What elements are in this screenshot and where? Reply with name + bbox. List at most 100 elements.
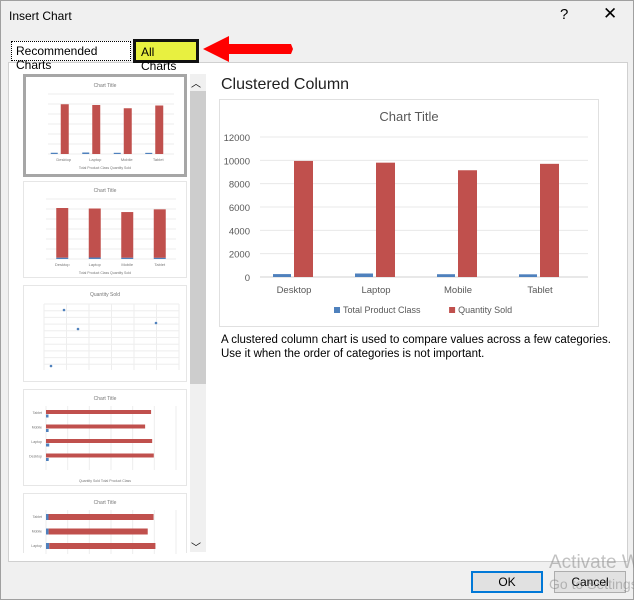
thumb-bar: [46, 528, 49, 535]
dialog-title: Insert Chart: [9, 9, 72, 23]
thumb-bar: [121, 212, 134, 258]
thumb-y-label: Laptop: [31, 440, 42, 444]
y-tick-label: 8000: [229, 180, 250, 191]
thumbnail-title: Quantity Sold: [90, 292, 120, 298]
y-tick-label: 4000: [229, 226, 250, 237]
chart-description: A clustered column chart is used to comp…: [221, 334, 611, 360]
thumb-y-label: Laptop: [31, 544, 42, 548]
thumb-bar: [60, 104, 69, 154]
thumb-bar: [46, 458, 49, 461]
scroll-up-icon[interactable]: ︿: [191, 75, 201, 90]
thumb-legend: Total Product Class Quantity Sold: [79, 271, 131, 275]
thumb-bar: [82, 152, 90, 154]
thumb-bar: [56, 208, 69, 258]
thumb-x-label: Tablet: [153, 157, 165, 162]
thumb-bar: [121, 257, 134, 259]
scatter-point: [49, 364, 53, 368]
thumb-x-label: Laptop: [89, 157, 102, 162]
thumbnail-stacked-bar[interactable]: Chart TitleTabletMobileLaptopDesktop: [23, 493, 187, 564]
thumb-y-label: Mobile: [32, 530, 42, 534]
thumb-y-label: Desktop: [29, 455, 42, 459]
thumbnail-clustered-bar[interactable]: Chart Title Tablet Mobile Laptop Desktop Quan…: [23, 389, 187, 486]
watermark-line1: Activate W: [549, 552, 634, 573]
watermark-line2: Go to Settings: [549, 576, 634, 592]
thumb-y-label: Tablet: [33, 411, 42, 415]
thumb-bar: [46, 429, 49, 432]
thumb-bar: [113, 152, 121, 154]
y-tick-label: 2000: [229, 250, 250, 261]
bar-total-product-class: [437, 274, 455, 277]
red-arrow-annotation: [203, 36, 293, 62]
thumb-bar: [46, 443, 50, 447]
thumb-y-label: Tablet: [33, 515, 42, 519]
tab-recommended-charts[interactable]: Recommended Charts: [11, 41, 131, 72]
x-tick-label: Desktop: [277, 285, 312, 296]
thumb-bar: [145, 152, 153, 154]
thumb-bar: [88, 257, 101, 259]
thumb-bar: [48, 528, 148, 535]
thumb-x-label: Desktop: [56, 157, 71, 162]
scatter-point: [62, 308, 66, 312]
thumb-y-label: Mobile: [32, 426, 42, 430]
x-tick-label: Laptop: [361, 285, 390, 296]
thumb-x-label: Mobile: [121, 262, 134, 267]
thumb-bar: [48, 514, 154, 520]
thumbnail-stacked-column[interactable]: Chart Title Desktop Laptop Mobile Tablet Tota…: [23, 181, 187, 278]
thumb-legend: Total Product Class Quantity Sold: [79, 166, 131, 170]
thumbnail-title: Chart Title: [94, 396, 117, 402]
thumb-x-label: Desktop: [55, 262, 70, 267]
y-tick-label: 12000: [224, 133, 250, 144]
y-tick-label: 10000: [224, 156, 250, 167]
legend-label: Total Product Class: [343, 305, 421, 315]
thumbnail-title: Chart Title: [94, 188, 117, 194]
thumb-bar: [92, 105, 101, 154]
thumb-bar: [123, 108, 132, 154]
tab-all-charts[interactable]: All Charts: [133, 39, 199, 73]
thumb-bar: [153, 209, 166, 258]
bar-total-product-class: [355, 273, 373, 277]
chart-type-name: Clustered Column: [221, 76, 350, 93]
thumb-bar: [46, 543, 50, 549]
close-icon[interactable]: ✕: [603, 4, 617, 24]
scatter-point: [76, 327, 80, 331]
bar-total-product-class: [519, 274, 537, 277]
bar-quantity-sold: [294, 160, 313, 277]
bar-total-product-class: [273, 274, 291, 277]
thumb-x-label: Laptop: [89, 262, 102, 267]
thumb-bar: [50, 152, 58, 154]
thumb-bar: [46, 453, 154, 458]
thumb-x-label: Mobile: [121, 157, 134, 162]
bar-quantity-sold: [376, 162, 395, 277]
scatter-point: [154, 321, 158, 325]
thumb-x-label: Tablet: [154, 262, 166, 267]
y-tick-label: 0: [245, 273, 250, 284]
thumb-bar: [153, 257, 166, 259]
thumb-bar: [46, 424, 146, 429]
legend-swatch: [449, 307, 456, 313]
thumb-bar: [46, 410, 152, 414]
thumb-legend: Quantity Sold Total Product Class: [79, 479, 131, 483]
thumb-bar: [46, 414, 49, 418]
thumbnail-title: Chart Title: [94, 500, 117, 506]
thumb-bar: [46, 514, 49, 520]
legend-swatch: [334, 307, 340, 313]
scrollbar-thumb[interactable]: [190, 91, 206, 384]
chart-preview: Chart Title 0 2000 4000 6000 8000 10000 12000 De…: [219, 99, 599, 327]
thumb-bar: [88, 208, 101, 258]
thumbnail-clustered-column[interactable]: Chart Title Desktop Laptop Mobile Tablet Tota…: [23, 74, 187, 177]
thumb-bar: [155, 105, 164, 154]
bar-quantity-sold: [458, 170, 477, 277]
thumbnail-title: Chart Title: [94, 83, 117, 89]
y-tick-label: 6000: [229, 203, 250, 214]
bar-quantity-sold: [540, 163, 559, 277]
thumb-bar: [46, 439, 153, 443]
legend-label: Quantity Sold: [458, 305, 512, 315]
thumb-bar: [49, 543, 156, 549]
thumb-bar: [56, 257, 69, 259]
x-tick-label: Tablet: [527, 285, 553, 296]
ok-button[interactable]: OK: [471, 571, 543, 593]
help-button[interactable]: ?: [560, 6, 568, 23]
chart-title: Chart Title: [379, 109, 438, 124]
scroll-down-icon[interactable]: ﹀: [191, 539, 201, 554]
thumbnail-scatter[interactable]: Quantity Sold: [23, 285, 187, 382]
